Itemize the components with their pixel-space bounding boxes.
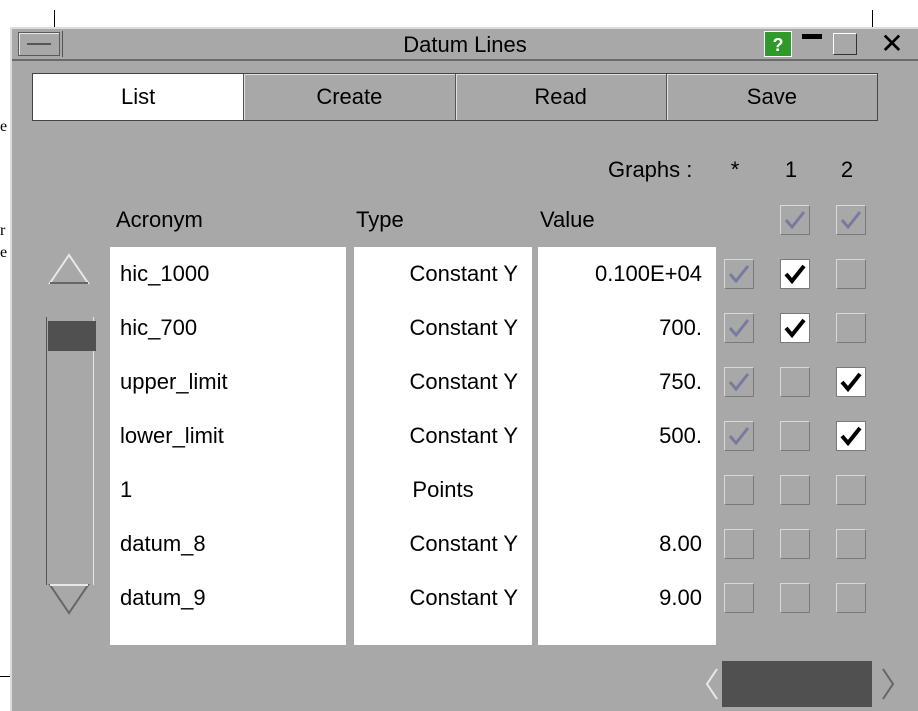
row-graph-1-checkbox[interactable]	[780, 367, 810, 397]
row-value[interactable]: 8.00	[538, 529, 702, 559]
datum-lines-window: Datum Lines ? ✕ List Create Read Save Gr…	[10, 27, 918, 711]
check-mark-icon	[728, 427, 750, 446]
row-graph-2-checkbox[interactable]	[836, 529, 866, 559]
row-graph-2-checkbox[interactable]	[836, 367, 866, 397]
row-graph-*-checkbox[interactable]	[724, 313, 754, 343]
vertical-scrollbar-track[interactable]	[46, 317, 94, 585]
vertical-scrollbar-thumb[interactable]	[48, 321, 96, 351]
row-graph-1-checkbox[interactable]	[780, 259, 810, 289]
graphs-label: Graphs :	[608, 157, 693, 182]
row-type[interactable]: Constant Y	[354, 367, 518, 397]
check-mark-icon	[840, 211, 862, 230]
tab-read[interactable]: Read	[456, 74, 667, 120]
acronym-header: Acronym	[116, 207, 203, 232]
tab-create[interactable]: Create	[244, 74, 456, 120]
scroll-up-arrow-icon[interactable]	[46, 249, 92, 287]
check-mark-icon	[728, 265, 750, 284]
row-value[interactable]	[538, 475, 702, 505]
scroll-left-arrow-icon[interactable]	[704, 667, 720, 701]
row-acronym[interactable]: hic_1000	[120, 259, 209, 289]
row-graph-1-checkbox[interactable]	[780, 583, 810, 613]
horizontal-scrollbar[interactable]	[704, 659, 900, 709]
graph-column-2: 2	[840, 157, 854, 182]
row-type[interactable]: Constant Y	[354, 421, 518, 451]
close-button[interactable]: ✕	[872, 29, 912, 59]
scroll-right-arrow-icon[interactable]	[880, 667, 896, 701]
row-graph-1-checkbox[interactable]	[780, 475, 810, 505]
value-header: Value	[540, 207, 595, 232]
row-value[interactable]: 500.	[538, 421, 702, 451]
check-mark-icon	[784, 318, 806, 339]
help-button[interactable]: ?	[764, 31, 792, 57]
row-graph-2-checkbox[interactable]	[836, 421, 866, 451]
row-acronym[interactable]: lower_limit	[120, 421, 224, 451]
row-acronym[interactable]: datum_8	[120, 529, 206, 559]
check-mark-icon	[728, 373, 750, 392]
background-text: r	[0, 222, 6, 239]
row-type[interactable]: Constant Y	[354, 583, 518, 613]
row-graph-*-checkbox[interactable]	[724, 475, 754, 505]
row-graph-2-checkbox[interactable]	[836, 259, 866, 289]
row-graph-1-checkbox[interactable]	[780, 313, 810, 343]
row-type[interactable]: Constant Y	[354, 313, 518, 343]
frame-tick	[872, 10, 873, 28]
row-graph-*-checkbox[interactable]	[724, 367, 754, 397]
graph-column-1: 1	[784, 157, 798, 182]
row-graph-*-checkbox[interactable]	[724, 583, 754, 613]
row-graph-1-checkbox[interactable]	[780, 529, 810, 559]
check-mark-icon	[840, 372, 862, 393]
background-text: e	[0, 118, 8, 135]
frame-tick	[54, 10, 55, 28]
row-type[interactable]: Constant Y	[354, 259, 518, 289]
row-value[interactable]: 700.	[538, 313, 702, 343]
row-graph-1-checkbox[interactable]	[780, 421, 810, 451]
check-mark-icon	[840, 426, 862, 447]
row-type[interactable]: Constant Y	[354, 529, 518, 559]
tab-save[interactable]: Save	[667, 74, 877, 120]
horizontal-scrollbar-thumb[interactable]	[722, 661, 872, 707]
row-value[interactable]: 9.00	[538, 583, 702, 613]
check-mark-icon	[784, 211, 806, 230]
tab-list[interactable]: List	[33, 74, 245, 120]
row-value[interactable]: 0.100E+04	[538, 259, 702, 289]
row-type[interactable]: Points	[354, 475, 532, 505]
background-text: e	[0, 244, 8, 261]
row-graph-2-checkbox[interactable]	[836, 313, 866, 343]
row-graph-*-checkbox[interactable]	[724, 259, 754, 289]
row-graph-*-checkbox[interactable]	[724, 529, 754, 559]
row-acronym[interactable]: hic_700	[120, 313, 197, 343]
check-mark-icon	[784, 264, 806, 285]
type-header: Type	[356, 207, 404, 232]
row-acronym[interactable]: 1	[120, 475, 132, 505]
minimize-button[interactable]	[798, 31, 826, 57]
tab-bar: List Create Read Save	[32, 73, 878, 121]
row-graph-2-checkbox[interactable]	[836, 475, 866, 505]
graph-2-select-all-checkbox[interactable]	[836, 205, 866, 235]
row-graph-2-checkbox[interactable]	[836, 583, 866, 613]
restore-button[interactable]	[830, 31, 858, 57]
row-graph-*-checkbox[interactable]	[724, 421, 754, 451]
graph-column-all: *	[730, 157, 740, 182]
row-acronym[interactable]: datum_9	[120, 583, 206, 613]
scroll-down-arrow-icon[interactable]	[46, 581, 92, 619]
graph-1-select-all-checkbox[interactable]	[780, 205, 810, 235]
row-acronym[interactable]: upper_limit	[120, 367, 228, 397]
check-mark-icon	[728, 319, 750, 338]
row-value[interactable]: 750.	[538, 367, 702, 397]
title-bar[interactable]: Datum Lines ? ✕	[12, 29, 918, 61]
